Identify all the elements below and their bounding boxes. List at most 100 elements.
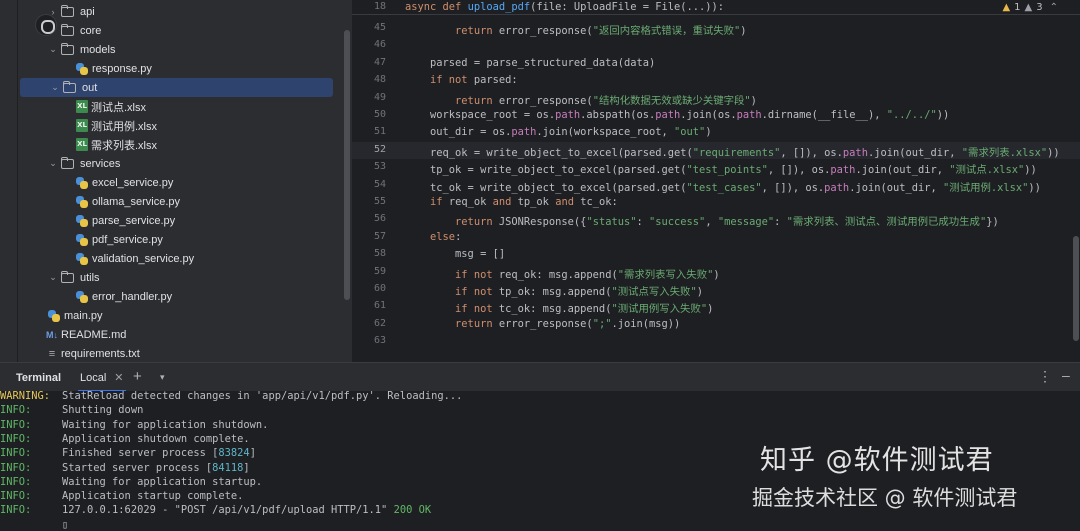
tree-item[interactable]: XL 测试点.xlsx <box>18 97 331 116</box>
log-text: StatReload detected changes in 'app/api/… <box>62 391 463 402</box>
log-text: Started server process [ <box>62 461 213 474</box>
line-number: 58 <box>373 248 386 260</box>
chevron-down-icon[interactable]: ⌄ <box>48 44 58 55</box>
tree-item[interactable]: ⌄ services <box>18 154 331 173</box>
tree-item[interactable]: response.py <box>18 59 331 78</box>
project-tree-scroll-thumb[interactable] <box>344 30 350 300</box>
line-number: 51 <box>373 126 386 138</box>
folder-icon <box>61 156 74 169</box>
code-token: "../../" <box>886 109 937 121</box>
code-line[interactable]: return JSONResponse({"status": "success"… <box>405 213 999 228</box>
warning-count: 1 <box>1014 2 1021 13</box>
chevron-down-icon[interactable]: ⌄ <box>48 272 58 283</box>
project-tree[interactable]: ›api›core⌄modelsresponse.py ⌄ out XL测试点.xls… <box>18 0 342 362</box>
code-token: )) <box>1047 146 1060 159</box>
terminal-title[interactable]: Terminal <box>16 372 61 384</box>
code-line[interactable]: tp_ok = write_object_to_excel(parsed.get… <box>405 161 1037 176</box>
tree-item[interactable]: ›core <box>18 21 331 40</box>
chevron-up-icon[interactable]: ⌃ <box>1050 2 1058 13</box>
code-line[interactable]: else: <box>405 231 461 243</box>
ai-assistant-icon[interactable] <box>35 14 57 36</box>
log-level: INFO: <box>0 490 32 503</box>
code-line[interactable]: req_ok = write_object_to_excel(parsed.ge… <box>405 144 1060 159</box>
tree-item[interactable]: ≡ requirements.txt <box>18 344 331 362</box>
code-line[interactable]: if req_ok and tp_ok and tc_ok: <box>405 196 618 208</box>
tree-item[interactable]: XL 需求列表.xlsx <box>18 135 331 154</box>
tree-item[interactable]: validation_service.py <box>18 249 331 268</box>
sticky-function-header[interactable]: 18 async def upload_pdf(file: UploadFile… <box>352 0 1080 15</box>
code-editor[interactable]: 45 46 47 48 49 50 51 52 53 54 55 56 57 58 59 60 61 62 63 r… <box>352 0 1080 362</box>
code-token: tc_ok: <box>580 196 618 208</box>
tree-item[interactable]: error_handler.py <box>18 287 331 306</box>
code-line[interactable]: msg = [] <box>405 248 505 260</box>
tree-item[interactable]: excel_service.py <box>18 173 331 192</box>
python-file-icon <box>76 195 88 208</box>
tree-item[interactable]: M↓ README.md <box>18 325 331 344</box>
close-icon[interactable]: ✕ <box>114 371 123 384</box>
tree-item[interactable]: main.py <box>18 306 331 325</box>
chevron-down-icon[interactable]: ▾ <box>160 372 165 383</box>
project-tree-scrollbar[interactable] <box>342 0 352 362</box>
code-token: path <box>555 109 581 121</box>
code-line[interactable]: if not req_ok: msg.append("需求列表写入失败") <box>405 266 720 281</box>
code-token: "message" <box>717 216 775 229</box>
line-number: 47 <box>373 56 386 68</box>
line-number: 52 <box>373 143 386 155</box>
editor-scroll-thumb[interactable] <box>1073 236 1079 341</box>
log-level: INFO: <box>0 461 32 474</box>
tree-item[interactable]: pdf_service.py <box>18 230 331 249</box>
folder-icon <box>61 42 74 55</box>
tree-item[interactable]: ⌄ models <box>18 40 331 59</box>
code-token: if not <box>455 286 499 298</box>
code-line[interactable]: if not tc_ok: msg.append("测试用例写入失败") <box>405 300 713 315</box>
folder-icon <box>61 270 74 283</box>
terminal-tab-local[interactable]: Local ✕ <box>74 367 130 392</box>
tree-item-label: README.md <box>61 328 127 341</box>
inspection-widget[interactable]: ▲ 1 ▲ 3 ⌃ <box>1002 2 1058 13</box>
code-token: tp_ok: msg.append( <box>498 286 612 298</box>
tree-item-label: out <box>82 81 98 94</box>
code-line[interactable]: return error_response("返回内容格式错误，重试失败") <box>405 22 747 37</box>
log-text: 84118 <box>212 461 244 474</box>
tree-item[interactable]: parse_service.py <box>18 211 331 230</box>
log-text: Shutting down <box>62 404 144 417</box>
chevron-down-icon[interactable]: ⌄ <box>48 158 58 169</box>
warning-icon: ▲ <box>1002 2 1011 13</box>
code-token: )) <box>1028 181 1041 194</box>
tree-item-label: requirements.txt <box>61 347 140 360</box>
code-line[interactable]: out_dir = os.path.join(workspace_root, "… <box>405 126 712 138</box>
code-line[interactable]: workspace_root = os.path.abspath(os.path… <box>405 109 949 121</box>
tree-item[interactable]: ollama_service.py <box>18 192 331 211</box>
code-line[interactable]: tc_ok = write_object_to_excel(parsed.get… <box>405 179 1041 194</box>
add-icon[interactable]: + <box>133 368 142 385</box>
minimize-icon[interactable]: – <box>1062 367 1070 383</box>
code-line[interactable]: if not parsed: <box>405 74 518 86</box>
code-token: path <box>736 109 762 121</box>
code-token: )) <box>936 109 950 121</box>
weak-warning-icon: ▲ <box>1024 2 1033 13</box>
code-token: return <box>455 216 499 229</box>
folder-icon <box>61 23 74 36</box>
chevron-down-icon[interactable]: ⌄ <box>50 82 60 93</box>
code-token: path <box>511 126 537 139</box>
code-token: , []), os. <box>767 164 831 177</box>
more-options-icon[interactable]: ⋮ <box>1038 368 1052 385</box>
tree-item[interactable]: ⌄ utils <box>18 268 331 287</box>
code-line[interactable]: return error_response(";".join(msg)) <box>405 318 680 330</box>
code-line[interactable]: parsed = parse_structured_data(data) <box>405 57 655 69</box>
weak-warning-count: 3 <box>1036 2 1043 13</box>
code-line[interactable]: return error_response("结构化数据无效或缺少关键字段") <box>405 92 757 107</box>
code-line[interactable]: if not tp_ok: msg.append("测试点写入失败") <box>405 283 703 298</box>
tree-item[interactable]: XL 测试用例.xlsx <box>18 116 331 135</box>
tree-item-label: 测试点.xlsx <box>91 101 146 114</box>
code-token: path <box>824 181 850 194</box>
line-number: 48 <box>373 74 386 86</box>
tree-item[interactable]: › api <box>18 2 331 21</box>
tree-item[interactable]: ⌄ out <box>20 78 333 97</box>
code-token: ) <box>707 303 714 316</box>
terminal-line: WARNING: StatReload detected changes in '… <box>0 391 462 402</box>
terminal-line: INFO: Application startup complete. <box>0 490 243 502</box>
